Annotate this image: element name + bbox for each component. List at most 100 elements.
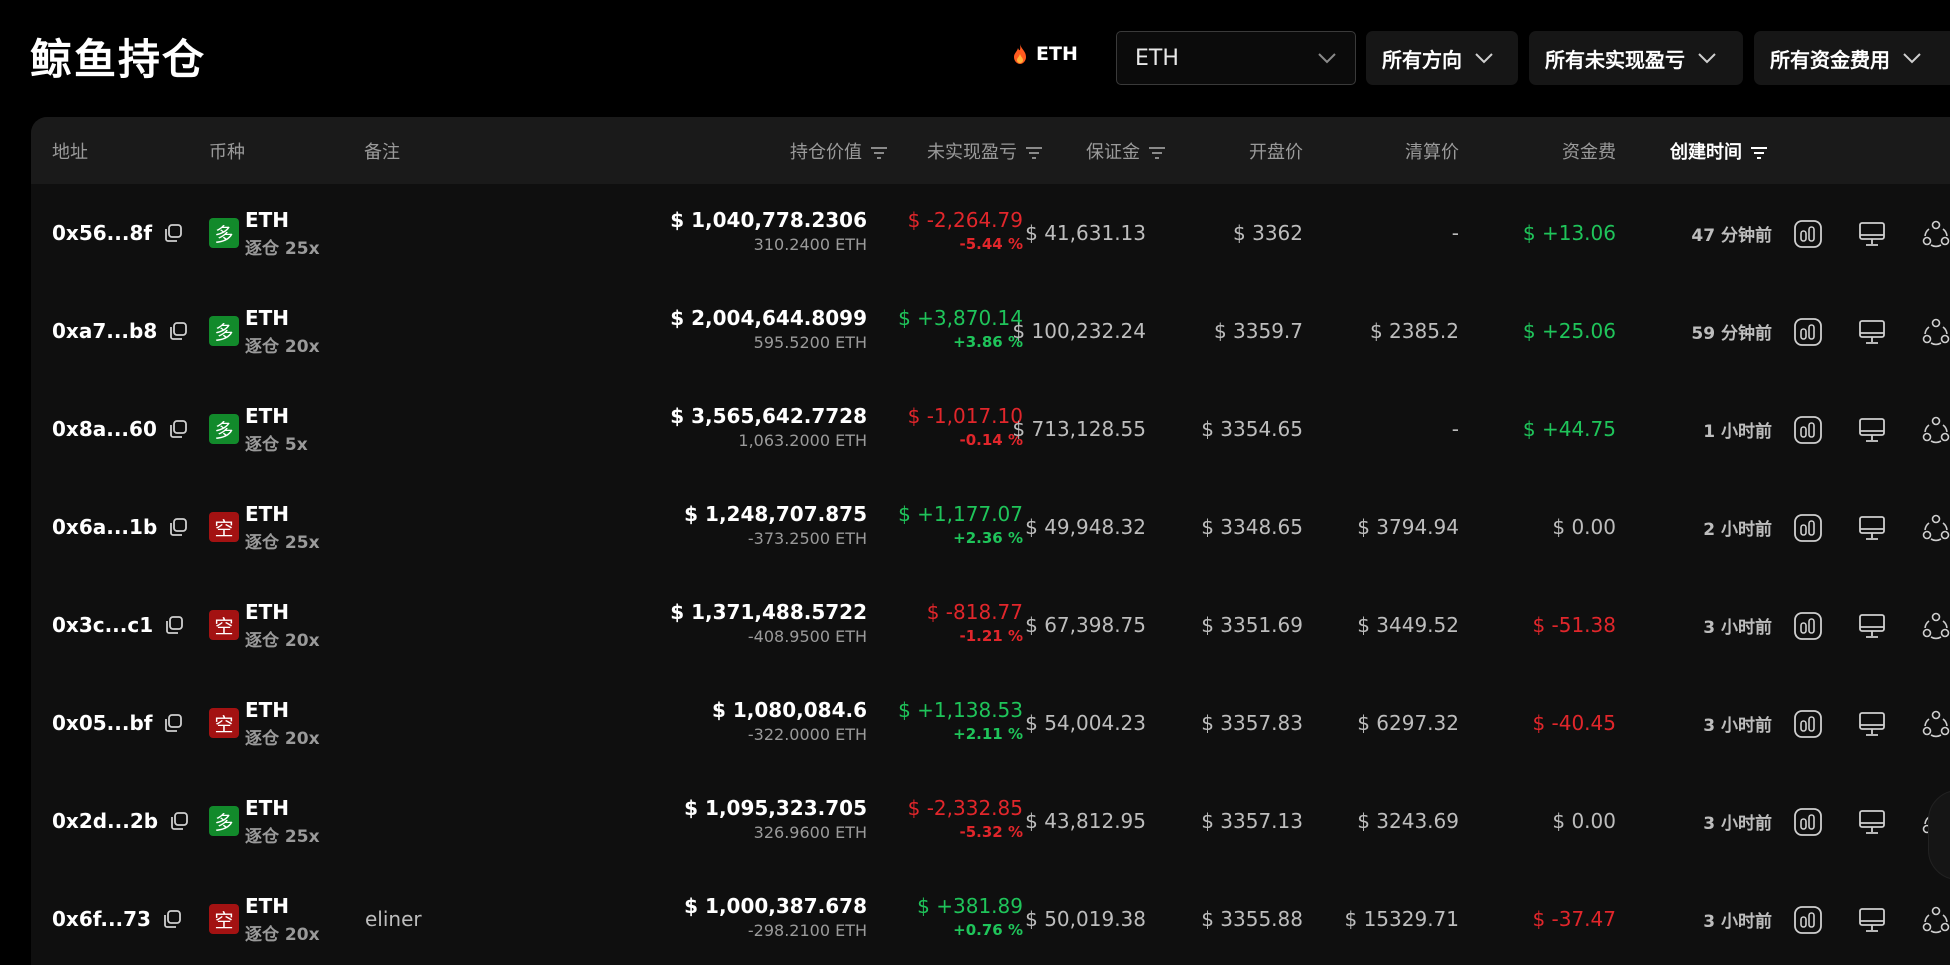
address-cell[interactable]: 0x2d...2b xyxy=(52,772,190,870)
header-pnl[interactable]: 未实现盈亏 xyxy=(927,117,1043,184)
unrealized-pnl-percent: -1.21 % xyxy=(959,627,1024,645)
unrealized-pnl-percent: -5.32 % xyxy=(959,823,1024,841)
address-cell[interactable]: 0x6f...73 xyxy=(52,870,183,965)
sort-icon xyxy=(870,144,888,159)
side-badge: 空 xyxy=(209,610,239,640)
monitor-icon[interactable] xyxy=(1857,807,1887,837)
copy-icon[interactable] xyxy=(167,516,189,538)
chart-icon[interactable] xyxy=(1793,905,1823,935)
monitor-icon[interactable] xyxy=(1857,415,1887,445)
copy-icon[interactable] xyxy=(162,222,184,244)
chart-icon[interactable] xyxy=(1793,611,1823,641)
share-icon[interactable] xyxy=(1921,709,1950,739)
header-margin[interactable]: 保证金 xyxy=(1086,117,1166,184)
monitor-icon[interactable] xyxy=(1857,513,1887,543)
address-cell[interactable]: 0x3c...c1 xyxy=(52,576,185,674)
copy-icon[interactable] xyxy=(163,614,185,636)
sort-icon xyxy=(1025,144,1043,159)
coin-name: ETH xyxy=(245,502,290,526)
copy-icon[interactable] xyxy=(161,908,183,930)
table-row[interactable]: 0x6f...73 空 ETH 逐仓 20x eliner $ 1,000,38… xyxy=(31,870,1950,965)
liquidation-price: $ 15329.71 xyxy=(1344,907,1459,931)
share-icon[interactable] xyxy=(1921,219,1950,249)
created-time: 1 小时前 xyxy=(1703,421,1772,442)
copy-icon[interactable] xyxy=(162,712,184,734)
unrealized-pnl-percent: -5.44 % xyxy=(959,235,1024,253)
hot-coin-chip[interactable]: ETH xyxy=(1012,43,1078,65)
position-size: -373.2500 ETH xyxy=(747,529,867,548)
side-badge: 多 xyxy=(209,414,239,444)
table-row[interactable]: 0x2d...2b 多 ETH 逐仓 25x $ 1,095,323.705 3… xyxy=(31,772,1950,870)
header-created[interactable]: 创建时间 xyxy=(1670,117,1768,184)
chevron-down-icon xyxy=(1902,52,1922,64)
header-created-label: 创建时间 xyxy=(1670,141,1742,163)
whale-positions-table: 地址 币种 备注 持仓价值 未实现盈亏 保证金 开盘价 清算价 资金费 创建时间 xyxy=(31,117,1950,965)
coin-select-value: ETH xyxy=(1135,45,1179,71)
table-row[interactable]: 0x8a...60 多 ETH 逐仓 5x $ 3,565,642.7728 1… xyxy=(31,380,1950,478)
chart-icon[interactable] xyxy=(1793,415,1823,445)
monitor-icon[interactable] xyxy=(1857,219,1887,249)
note-text: eliner xyxy=(365,907,422,931)
address-cell[interactable]: 0x6a...1b xyxy=(52,478,189,576)
margin-value: $ 54,004.23 xyxy=(1025,711,1146,735)
margin-value: $ 49,948.32 xyxy=(1025,515,1146,539)
share-icon[interactable] xyxy=(1921,611,1950,641)
filter-toolbar: ETH ETH 所有方向 所有未实现盈亏 所有资金费用 xyxy=(0,31,1950,85)
position-size: 1,063.2000 ETH xyxy=(738,431,867,450)
monitor-icon[interactable] xyxy=(1857,611,1887,641)
chart-icon[interactable] xyxy=(1793,317,1823,347)
entry-price: $ 3357.83 xyxy=(1201,711,1303,735)
table-row[interactable]: 0x6a...1b 空 ETH 逐仓 25x $ 1,248,707.875 -… xyxy=(31,478,1950,576)
leverage-label: 逐仓 20x xyxy=(245,337,320,357)
coin-name: ETH xyxy=(245,894,290,918)
address-text: 0x6a...1b xyxy=(52,515,158,539)
header-address: 地址 xyxy=(52,141,88,163)
chart-icon[interactable] xyxy=(1793,807,1823,837)
leverage-label: 逐仓 25x xyxy=(245,827,320,847)
pnl-filter[interactable]: 所有未实现盈亏 xyxy=(1529,31,1743,85)
created-time: 2 小时前 xyxy=(1703,519,1772,540)
funding-filter[interactable]: 所有资金费用 xyxy=(1754,31,1950,85)
chart-icon[interactable] xyxy=(1793,219,1823,249)
side-badge: 多 xyxy=(209,218,239,248)
created-time: 47 分钟前 xyxy=(1691,225,1772,246)
copy-icon[interactable] xyxy=(167,320,189,342)
header-margin-label: 保证金 xyxy=(1086,141,1140,163)
address-text: 0x56...8f xyxy=(52,221,153,245)
address-cell[interactable]: 0x8a...60 xyxy=(52,380,189,478)
copy-icon[interactable] xyxy=(167,418,189,440)
header-coin: 币种 xyxy=(209,141,245,163)
address-cell[interactable]: 0x05...bf xyxy=(52,674,184,772)
direction-filter[interactable]: 所有方向 xyxy=(1366,31,1518,85)
liquidation-price: $ 3449.52 xyxy=(1357,613,1459,637)
monitor-icon[interactable] xyxy=(1857,317,1887,347)
header-value-label: 持仓价值 xyxy=(790,141,862,163)
sort-icon xyxy=(1148,144,1166,159)
share-icon[interactable] xyxy=(1921,513,1950,543)
side-badge: 空 xyxy=(209,512,239,542)
share-icon[interactable] xyxy=(1921,415,1950,445)
share-icon[interactable] xyxy=(1921,905,1950,935)
share-icon[interactable] xyxy=(1921,317,1950,347)
table-row[interactable]: 0xa7...b8 多 ETH 逐仓 20x $ 2,004,644.8099 … xyxy=(31,282,1950,380)
address-cell[interactable]: 0x56...8f xyxy=(52,184,184,282)
monitor-icon[interactable] xyxy=(1857,905,1887,935)
copy-icon[interactable] xyxy=(168,810,190,832)
entry-price: $ 3351.69 xyxy=(1201,613,1303,637)
leverage-label: 逐仓 5x xyxy=(245,435,308,455)
side-badge: 多 xyxy=(209,316,239,346)
address-cell[interactable]: 0xa7...b8 xyxy=(52,282,189,380)
header-value[interactable]: 持仓价值 xyxy=(790,117,888,184)
funding-fee: $ +25.06 xyxy=(1522,319,1616,343)
chart-icon[interactable] xyxy=(1793,513,1823,543)
margin-value: $ 43,812.95 xyxy=(1025,809,1146,833)
monitor-icon[interactable] xyxy=(1857,709,1887,739)
chart-icon[interactable] xyxy=(1793,709,1823,739)
table-row[interactable]: 0x05...bf 空 ETH 逐仓 20x $ 1,080,084.6 -32… xyxy=(31,674,1950,772)
coin-select[interactable]: ETH xyxy=(1116,31,1356,85)
created-time: 3 小时前 xyxy=(1703,715,1772,736)
coin-name: ETH xyxy=(245,698,290,722)
table-row[interactable]: 0x56...8f 多 ETH 逐仓 25x $ 1,040,778.2306 … xyxy=(31,184,1950,282)
coin-name: ETH xyxy=(245,208,290,232)
table-row[interactable]: 0x3c...c1 空 ETH 逐仓 20x $ 1,371,488.5722 … xyxy=(31,576,1950,674)
